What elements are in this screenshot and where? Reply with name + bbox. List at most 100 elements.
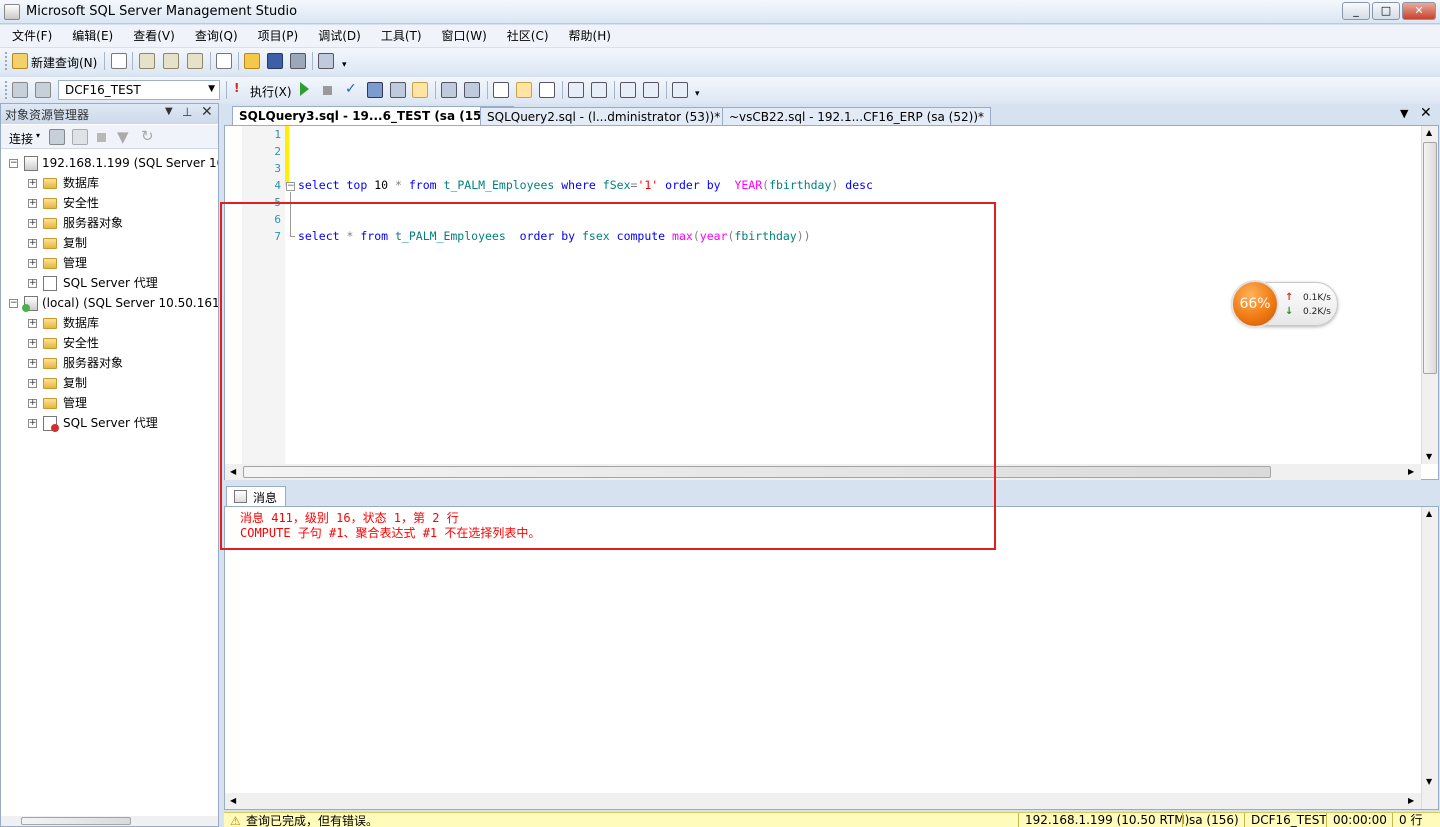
expand-icon[interactable]: + [28,319,37,328]
stop-icon[interactable] [97,133,106,142]
open-folder-icon[interactable] [244,53,260,69]
new-query-button[interactable]: 新建查询(N) [31,54,97,71]
save-icon[interactable] [267,53,283,69]
minimize-button[interactable]: _ [1342,2,1370,20]
expand-icon[interactable]: + [28,219,37,228]
scroll-down-icon[interactable]: ▼ [1426,452,1432,461]
menu-file[interactable]: 文件(F) [0,25,60,45]
client-stats-icon[interactable] [464,82,480,98]
tree-node-management[interactable]: + 管理 [1,253,218,273]
tab-sqlquery2[interactable]: SQLQuery2.sql - (l...dministrator (53))* [480,107,728,126]
specify-values-icon[interactable] [672,82,688,98]
collapse-icon[interactable]: − [9,159,18,168]
change-connection-icon[interactable] [35,82,51,98]
menu-edit[interactable]: 编辑(E) [60,25,121,45]
tab-sqlquery3[interactable]: SQLQuery3.sql - 19...6_TEST (sa (156))* [232,106,514,126]
object-explorer-scrollbar[interactable] [1,816,218,826]
query-designer-icon[interactable] [390,82,406,98]
menu-debug[interactable]: 调试(D) [306,25,369,45]
connect-icon[interactable] [12,82,28,98]
disconnect-icon[interactable] [72,129,88,145]
network-monitor-widget[interactable]: 66% ↑ 0.1K/s ↓ 0.2K/s [1231,280,1338,328]
scroll-right-icon[interactable]: ▶ [1408,796,1414,805]
collapse-icon[interactable]: − [9,299,18,308]
expand-icon[interactable]: + [28,379,37,388]
menu-tools[interactable]: 工具(T) [369,25,430,45]
tree-node-sql-agent[interactable]: + SQL Server 代理 [1,273,218,293]
expand-icon[interactable]: + [28,279,37,288]
tree-node-security[interactable]: + 安全性 [1,333,218,353]
close-button[interactable]: ✕ [1402,2,1436,20]
expand-icon[interactable]: + [28,179,37,188]
tree-node-server-objects[interactable]: + 服务器对象 [1,353,218,373]
toolbar-grip[interactable] [5,81,8,99]
refresh-icon[interactable]: ↻ [141,127,154,145]
scroll-up-icon[interactable]: ▲ [1426,128,1432,137]
scroll-right-icon[interactable]: ▶ [1408,467,1414,476]
tree-node-server[interactable]: − (local) (SQL Server 10.50.1617 [1,293,218,313]
scroll-left-icon[interactable]: ◀ [230,796,236,805]
debug-icon[interactable] [300,82,309,96]
menu-help[interactable]: 帮助(H) [557,25,619,45]
maximize-button[interactable]: □ [1372,2,1400,20]
tree-node-sql-agent[interactable]: + SQL Server 代理 [1,413,218,433]
results-to-file-icon[interactable] [539,82,555,98]
tree-node-security[interactable]: + 安全性 [1,193,218,213]
filter-icon[interactable]: ▼ [117,128,129,146]
toolbar-grip[interactable] [5,52,8,70]
uncomment-icon[interactable] [591,82,607,98]
tree-node-databases[interactable]: + 数据库 [1,173,218,193]
expand-icon[interactable]: + [28,339,37,348]
tab-vscb22[interactable]: ~vsCB22.sql - 192.1...CF16_ERP (sa (52))… [722,107,991,126]
expand-icon[interactable]: + [28,359,37,368]
scroll-down-icon[interactable]: ▼ [1426,777,1432,786]
connect-icon[interactable] [49,129,65,145]
xmla-query-icon[interactable] [187,53,203,69]
toolbar-overflow-icon[interactable]: ▾ [695,89,700,99]
expand-icon[interactable]: + [28,199,37,208]
tree-node-databases[interactable]: + 数据库 [1,313,218,333]
tab-list-icon[interactable]: ▼ [1400,107,1408,120]
decrease-indent-icon[interactable] [620,82,636,98]
results-to-grid-icon[interactable] [412,82,428,98]
add-file-icon[interactable] [216,53,232,69]
tree-node-replication[interactable]: + 复制 [1,233,218,253]
chevron-down-icon[interactable]: ▾ [36,131,40,140]
cancel-execution-icon[interactable] [323,86,332,95]
database-select[interactable]: DCF16_TEST ▼ [58,80,220,100]
new-file-icon[interactable] [111,53,127,69]
connect-button[interactable]: 连接 [9,130,33,147]
menu-project[interactable]: 项目(P) [246,25,307,45]
activity-monitor-icon[interactable] [318,53,334,69]
include-plan-icon[interactable] [441,82,457,98]
tree-node-replication[interactable]: + 复制 [1,373,218,393]
display-plan-icon[interactable] [367,82,383,98]
comment-icon[interactable] [568,82,584,98]
menu-query[interactable]: 查询(Q) [183,25,246,45]
print-icon[interactable] [290,53,306,69]
results-to-text-icon[interactable] [493,82,509,98]
parse-icon[interactable]: ✓ [345,81,357,97]
expand-icon[interactable]: + [28,239,37,248]
results-horizontal-scrollbar[interactable]: ◀ ▶ [225,793,1421,809]
scroll-up-icon[interactable]: ▲ [1426,509,1432,518]
editor-vertical-scrollbar[interactable]: ▲ ▼ [1421,126,1438,464]
menu-window[interactable]: 窗口(W) [430,25,495,45]
expand-icon[interactable]: + [28,399,37,408]
tree-node-management[interactable]: + 管理 [1,393,218,413]
scroll-thumb[interactable] [1423,142,1437,374]
panel-menu-icon[interactable]: ▼ [165,106,173,117]
analysis-query-icon[interactable] [163,53,179,69]
scroll-thumb[interactable] [21,817,131,825]
increase-indent-icon[interactable] [643,82,659,98]
toolbar-overflow-icon[interactable]: ▾ [342,60,347,70]
database-engine-query-icon[interactable] [139,53,155,69]
execute-button[interactable]: 执行(X) [250,83,292,100]
tree-node-server-objects[interactable]: + 服务器对象 [1,213,218,233]
outline-collapse-icon[interactable]: − [286,182,295,191]
tree-node-server[interactable]: − 192.168.1.199 (SQL Server 10. [1,153,218,173]
pin-icon[interactable]: ⊥ [182,105,192,119]
close-tab-icon[interactable]: ✕ [1420,105,1432,121]
menu-community[interactable]: 社区(C) [495,25,557,45]
results-vertical-scrollbar[interactable]: ▲ ▼ [1421,507,1438,809]
